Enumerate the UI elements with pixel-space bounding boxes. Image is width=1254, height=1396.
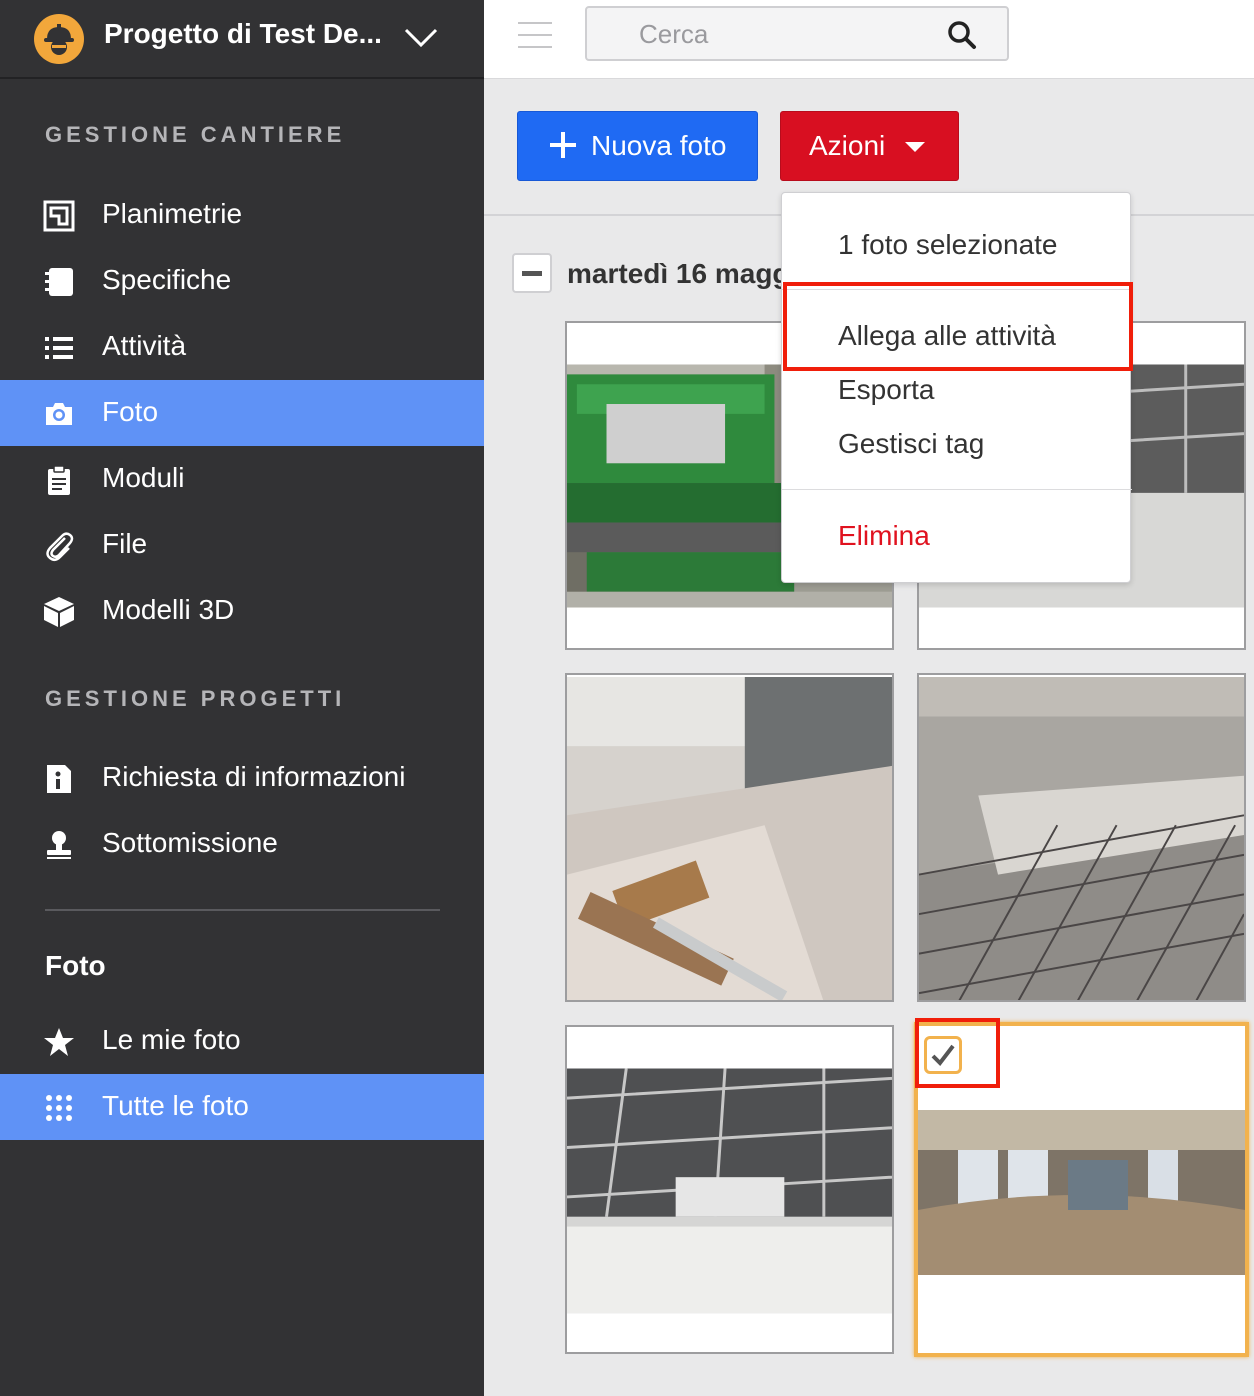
photo-card[interactable] [565,673,894,1002]
new-photo-button[interactable]: Nuova foto [517,111,758,181]
dropdown-divider [782,489,1132,490]
sidebar-item-sottomissione[interactable]: Sottomissione [0,811,484,877]
delete-menu-item[interactable]: Elimina [838,520,930,552]
project-title: Progetto di Test De... [104,18,382,49]
stamp-icon [42,828,76,862]
sidebar-item-le-mie-foto[interactable]: Le mie foto [0,1008,484,1074]
sidebar-divider [45,909,440,911]
new-photo-label: Nuova foto [591,130,727,161]
sidebar-item-label: File [102,528,148,559]
caret-down-icon [905,142,925,152]
grid-dots-icon [42,1091,76,1125]
sidebar-item-richiesta-informazioni[interactable]: Richiesta di informazioni [0,745,484,811]
camera-icon [42,397,76,431]
manage-tags-menu-item[interactable]: Gestisci tag [838,428,984,460]
cube-icon [42,595,76,629]
sidebar-item-moduli[interactable]: Moduli [0,446,484,512]
sidebar-item-file[interactable]: File [0,512,484,578]
sidebar-item-label: Foto [102,396,159,427]
list-icon [42,331,76,365]
actions-label: Azioni [809,130,886,161]
sidebar-item-label: Tutte le foto [102,1090,249,1121]
notebook-icon [42,265,76,299]
actions-button[interactable]: Azioni [780,111,959,181]
sidebar-item-label: Planimetrie [102,198,243,229]
search-box[interactable] [585,6,1009,61]
worker-helmet-icon [34,14,84,64]
sidebar: Progetto di Test De... GESTIONE CANTIERE… [0,0,484,1396]
clipboard-icon [42,463,76,497]
sidebar-item-label: Attività [102,330,187,361]
sidebar-item-label: Sottomissione [102,827,278,858]
sidebar-item-label: Specifiche [102,264,232,295]
sidebar-item-label: Le mie foto [102,1024,241,1055]
group-date-label: martedì 16 maggio [567,258,781,289]
highlight-checkbox [915,1018,1000,1088]
sidebar-item-label: Moduli [102,462,185,493]
sidebar-item-label: Richiesta di informazioni [102,761,406,792]
sidebar-item-label: Modelli 3D [102,594,235,625]
collapse-group-button[interactable] [512,253,552,293]
hamburger-icon[interactable] [518,22,552,48]
section-title-site: GESTIONE CANTIERE [45,122,346,147]
photos-subtitle: Foto [45,950,106,981]
sidebar-item-modelli-3d[interactable]: Modelli 3D [0,578,484,644]
actions-dropdown-menu: 1 foto selezionate Allega alle attività … [781,192,1132,583]
highlight-attach-item [783,282,1133,371]
project-switcher[interactable]: Progetto di Test De... [0,0,484,79]
sidebar-item-specifiche[interactable]: Specifiche [0,248,484,314]
section-title-project: GESTIONE PROGETTI [45,686,346,711]
search-icon[interactable] [947,20,977,55]
photo-concrete-pour [919,677,1244,1000]
sidebar-item-planimetrie[interactable]: Planimetrie [0,182,484,248]
chevron-down-icon[interactable] [404,26,438,55]
search-input[interactable] [599,16,939,52]
paperclip-icon [42,529,76,563]
photo-card[interactable] [565,1025,894,1354]
photo-card[interactable] [917,673,1246,1002]
star-icon [42,1025,76,1059]
plus-icon [550,132,576,165]
export-menu-item[interactable]: Esporta [838,374,935,406]
floorplan-icon [42,199,76,233]
sidebar-item-attivita[interactable]: Attività [0,314,484,380]
sidebar-item-foto[interactable]: Foto [0,380,484,446]
top-bar [484,0,1254,79]
photo-360-panorama [918,1110,1245,1275]
photo-construction-floor [567,677,892,1000]
info-document-icon [42,762,76,796]
photo-ceiling-install [567,1068,892,1314]
sidebar-item-tutte-le-foto[interactable]: Tutte le foto [0,1074,484,1140]
selected-count-label: 1 foto selezionate [838,229,1058,260]
